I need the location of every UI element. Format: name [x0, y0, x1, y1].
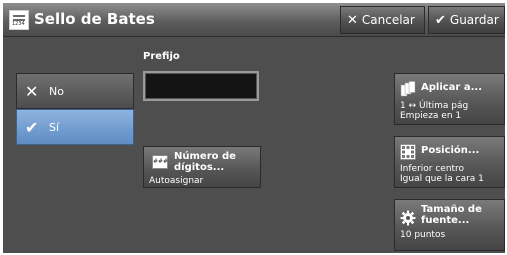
- digits-icon: ###: [152, 155, 168, 169]
- apply-title: Aplicar a...: [421, 82, 482, 93]
- check-icon: ✔: [435, 12, 446, 28]
- position-title: Posición...: [421, 145, 480, 156]
- bates-stamp-icon: 1234: [9, 10, 29, 30]
- x-icon: ✕: [347, 12, 358, 28]
- page-title: Sello de Bates: [34, 10, 155, 28]
- option-no[interactable]: ✕ No: [16, 73, 134, 109]
- x-icon: ✕: [25, 81, 39, 101]
- option-no-label: No: [49, 84, 64, 98]
- position-grid-icon: [400, 144, 416, 160]
- apply-to-button[interactable]: Aplicar a... 1 ↔ Última pág Empieza en 1: [394, 73, 505, 125]
- font-size-value: 10 puntos: [400, 230, 446, 240]
- apply-range: 1 ↔ Última pág: [400, 101, 469, 111]
- option-si[interactable]: ✔ Sí: [16, 109, 134, 145]
- font-size-button[interactable]: Tamaño de fuente... 10 puntos: [394, 199, 505, 251]
- prefix-input[interactable]: [143, 71, 259, 101]
- gear-icon: [400, 210, 416, 226]
- bates-stamp-screen: 1234 Sello de Bates ✕ Cancelar ✔ Guardar…: [3, 3, 505, 253]
- position-button[interactable]: Posición... Inferior centro Igual que la…: [394, 136, 505, 188]
- check-icon: ✔: [25, 117, 39, 137]
- save-label: Guardar: [449, 13, 499, 27]
- pages-icon: [400, 81, 416, 97]
- position-value: Inferior centro: [400, 164, 465, 174]
- save-button[interactable]: ✔ Guardar: [428, 6, 505, 34]
- cancel-button[interactable]: ✕ Cancelar: [340, 6, 425, 34]
- cancel-label: Cancelar: [361, 13, 415, 27]
- digits-value: Autoasignar: [149, 176, 204, 186]
- position-side2: Igual que la cara 1: [400, 174, 484, 184]
- title-bar: 1234 Sello de Bates ✕ Cancelar ✔ Guardar: [3, 3, 505, 37]
- prefix-label: Prefijo: [143, 51, 180, 62]
- digits-button[interactable]: ### Número de dígitos... Autoasignar: [143, 146, 261, 188]
- apply-start: Empieza en 1: [400, 111, 462, 121]
- font-size-title: Tamaño de fuente...: [421, 204, 482, 226]
- digits-title: Número de dígitos...: [174, 151, 236, 173]
- option-si-label: Sí: [49, 120, 60, 134]
